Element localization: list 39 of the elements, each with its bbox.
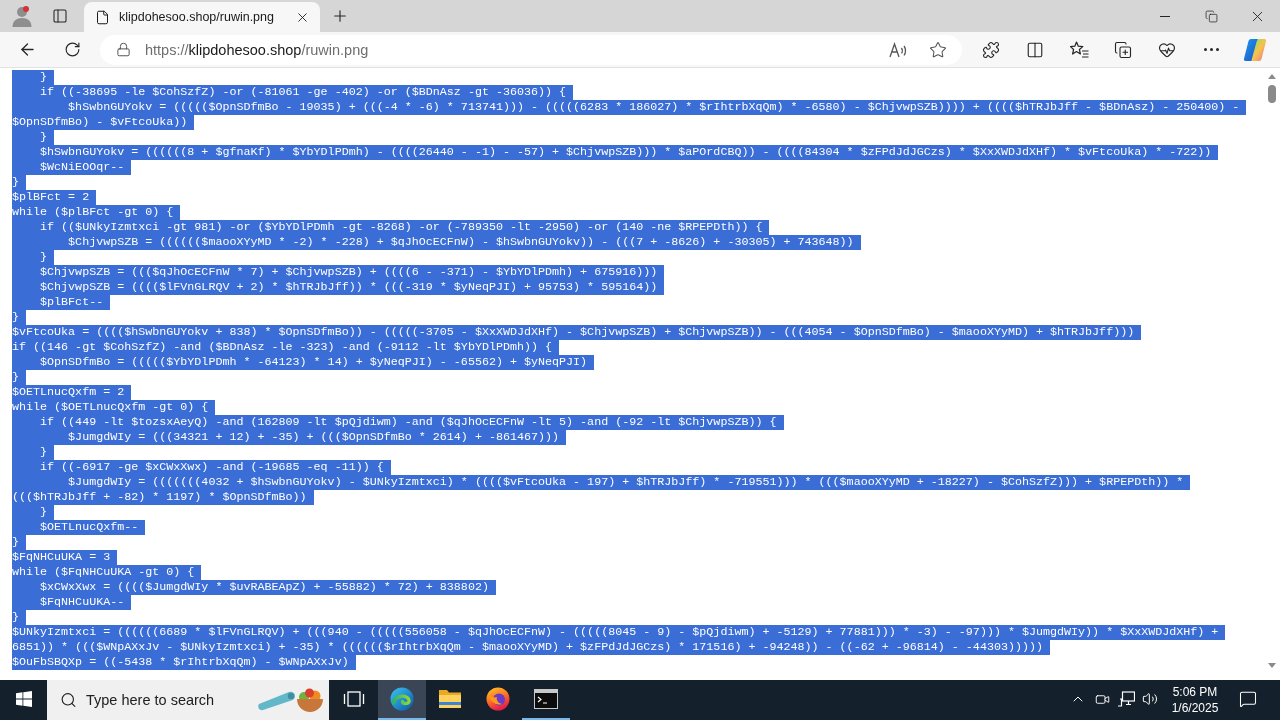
scroll-up-icon (1267, 74, 1276, 79)
yoga-mat-icon (257, 689, 297, 711)
refresh-icon (63, 41, 81, 58)
read-aloud-icon (889, 41, 907, 58)
fruit-bowl-icon (296, 687, 324, 713)
file-icon (95, 9, 110, 25)
swirl-logo-icon (390, 687, 414, 711)
plus-icon (331, 7, 349, 25)
address-bar[interactable]: https://klipdohesoo.shop/ruwin.png (100, 34, 962, 65)
heart-pulse-icon (1158, 40, 1176, 59)
minimize-icon (1160, 15, 1170, 17)
notification-dot-icon (23, 6, 29, 12)
search-field[interactable]: Type here to search (47, 680, 329, 720)
notification-icon (1239, 690, 1257, 708)
copy-plus-icon (1114, 40, 1132, 59)
profile-avatar-icon (11, 5, 33, 27)
url-text: https://klipdohesoo.shop/ruwin.png (145, 41, 370, 58)
scroll-down-icon (1267, 663, 1276, 668)
lock-icon (116, 42, 131, 57)
more-icon (1203, 48, 1219, 51)
search-icon (60, 691, 77, 709)
panel-icon (52, 8, 68, 24)
star-list-icon (1069, 41, 1089, 58)
tab-title: klipdohesoo.shop/ruwin.png (119, 10, 275, 24)
scrollbar-thumb[interactable] (1267, 85, 1276, 103)
split-screen-icon (1026, 40, 1044, 59)
star-icon (929, 40, 947, 59)
folder-icon (438, 689, 462, 709)
windows-logo-icon (15, 691, 32, 707)
flame-globe-icon (486, 687, 510, 711)
clock-button[interactable]: 5:06 PM 1/6/2025 (1162, 680, 1228, 720)
swirl-gradient-icon (1243, 37, 1267, 62)
volume-icon (1142, 691, 1158, 707)
terminal-icon (534, 689, 558, 709)
browser-tab[interactable]: klipdohesoo.shop/ruwin.png (84, 2, 320, 32)
task-view-icon (343, 690, 365, 708)
wired-network-icon (1117, 691, 1135, 707)
restore-icon (1204, 9, 1218, 23)
puzzle-icon (982, 40, 1000, 59)
